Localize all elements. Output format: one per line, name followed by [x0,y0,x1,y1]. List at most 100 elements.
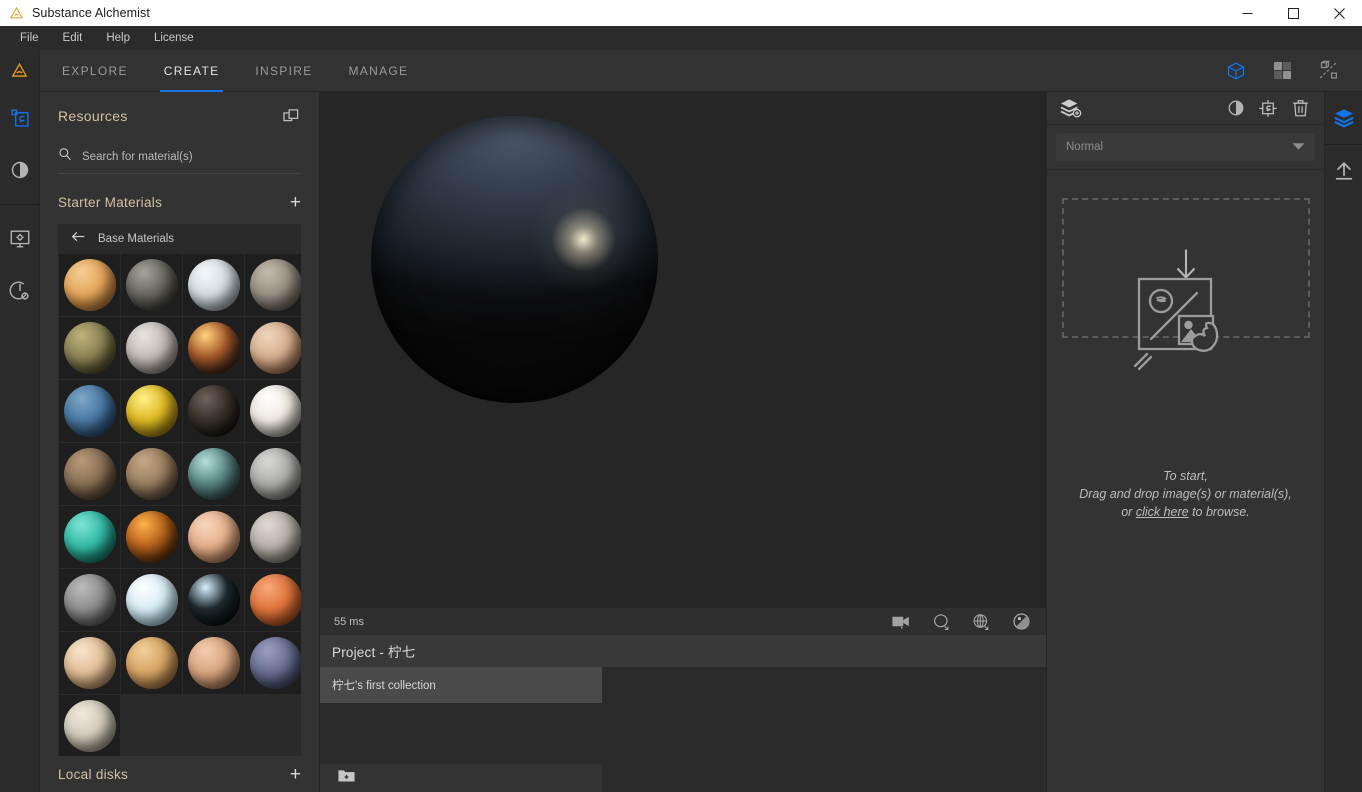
material-sphere-copper-metal [188,322,240,374]
material-thumbnail[interactable] [245,569,301,631]
viewport-tools [890,611,1032,633]
resources-header: Resources [40,92,319,140]
tab-create[interactable]: CREATE [146,50,238,92]
material-thumbnail[interactable] [245,380,301,442]
materials-library-icon[interactable] [0,92,40,144]
arrow-left-icon[interactable] [71,230,86,248]
material-thumbnail[interactable] [121,254,182,316]
menu-license[interactable]: License [142,26,206,50]
material-search[interactable] [58,140,301,174]
blend-mode-value: Normal [1066,141,1103,153]
starter-materials-title: Starter Materials [58,195,162,210]
substance-node-icon[interactable] [1256,96,1280,120]
material-thumbnail[interactable] [121,632,182,694]
copy-icon[interactable] [281,106,301,126]
dropzone-line-3: or click here to browse. [1079,503,1292,521]
project-footer [320,764,602,792]
substance-alchemist-logo-icon [8,5,24,21]
material-thumbnail[interactable] [183,443,244,505]
layers-icon[interactable] [1325,92,1362,144]
dropzone-text: To start, Drag and drop image(s) or mate… [1079,467,1292,521]
split-view-icon[interactable] [1316,59,1340,83]
export-icon[interactable] [1325,145,1362,197]
new-folder-icon[interactable] [338,768,355,788]
menubar: File Edit Help License [0,26,1362,50]
material-sphere-oak-wood [126,637,178,689]
material-thumbnail[interactable] [183,317,244,379]
app-tabs: EXPLORE CREATE INSPIRE MANAGE [44,50,426,92]
3d-viewport[interactable] [320,92,1046,607]
material-sphere-cracked-clay [250,322,302,374]
material-thumbnail[interactable] [59,254,120,316]
material-thumbnail[interactable] [59,506,120,568]
collection-item[interactable]: 柠七's first collection [320,667,602,703]
blend-mode-row: Normal [1047,125,1324,170]
material-sphere-sand-orange [64,259,116,311]
material-thumbnail[interactable] [59,569,120,631]
header-view-modes [1224,59,1362,83]
material-thumbnail[interactable] [245,443,301,505]
material-thumbnail[interactable] [183,506,244,568]
menu-help[interactable]: Help [94,26,142,50]
layer-dropzone[interactable]: To start, Drag and drop image(s) or mate… [1047,170,1324,792]
material-thumbnail[interactable] [245,506,301,568]
maximize-button[interactable] [1270,0,1316,26]
material-thumbnail[interactable] [245,317,301,379]
blend-mode-select[interactable]: Normal [1056,133,1315,161]
right-icon-rail [1324,92,1362,792]
material-ball-icon[interactable] [1010,611,1032,633]
app-header: EXPLORE CREATE INSPIRE MANAGE [0,50,1362,92]
add-layer-icon[interactable] [1059,96,1083,120]
material-thumbnail[interactable] [183,569,244,631]
contrast-icon[interactable] [1224,96,1248,120]
material-thumbnail[interactable] [59,632,120,694]
dropzone-line-1: To start, [1079,467,1292,485]
add-local-disk-button[interactable]: + [290,765,301,784]
camera-icon[interactable] [890,611,912,633]
display-settings-icon[interactable] [0,213,40,265]
layer-toolbar-actions [1224,96,1312,120]
tab-manage[interactable]: MANAGE [331,50,427,92]
3d-view-icon[interactable] [1224,59,1248,83]
material-sphere-birch-wood [64,637,116,689]
material-thumbnail[interactable] [183,632,244,694]
material-thumbnail[interactable] [121,380,182,442]
2d-view-icon[interactable] [1270,59,1294,83]
minimize-button[interactable] [1224,0,1270,26]
local-disks-section: Local disks + [40,756,319,792]
material-sphere-pine-wood [188,637,240,689]
menu-edit[interactable]: Edit [51,26,95,50]
close-button[interactable] [1316,0,1362,26]
material-thumbnail[interactable] [59,317,120,379]
render-settings-icon[interactable] [0,265,40,317]
material-thumbnail[interactable] [59,380,120,442]
search-input[interactable] [82,151,301,163]
material-sphere-teal-ceramic [188,448,240,500]
environment-sphere-icon[interactable] [970,611,992,633]
material-thumbnail[interactable] [59,695,120,756]
material-thumbnail[interactable] [183,254,244,316]
browse-link[interactable]: click here [1136,505,1189,519]
shape-mesh-icon[interactable] [930,611,952,633]
material-thumbnail[interactable] [183,380,244,442]
chevron-down-icon [1292,138,1305,156]
local-disks-title: Local disks [58,767,128,782]
material-sphere-pink-granite [188,511,240,563]
material-thumbnail[interactable] [245,632,301,694]
tab-inspire[interactable]: INSPIRE [237,50,330,92]
trash-icon[interactable] [1288,96,1312,120]
material-thumbnail[interactable] [121,317,182,379]
material-thumbnail[interactable] [121,506,182,568]
menu-file[interactable]: File [8,26,51,50]
material-thumbnail[interactable] [121,569,182,631]
add-starter-material-button[interactable]: + [290,193,301,212]
project-title: Project - 柠七 [332,641,415,661]
tab-explore[interactable]: EXPLORE [44,50,146,92]
material-sphere-white-stone-tile [250,385,302,437]
material-thumbnail[interactable] [59,443,120,505]
contrast-icon[interactable] [0,144,40,196]
material-thumbnail[interactable] [245,254,301,316]
material-thumbnail[interactable] [121,443,182,505]
app-window: Substance Alchemist File Edit Help Licen… [0,0,1362,792]
window-title: Substance Alchemist [32,6,150,20]
